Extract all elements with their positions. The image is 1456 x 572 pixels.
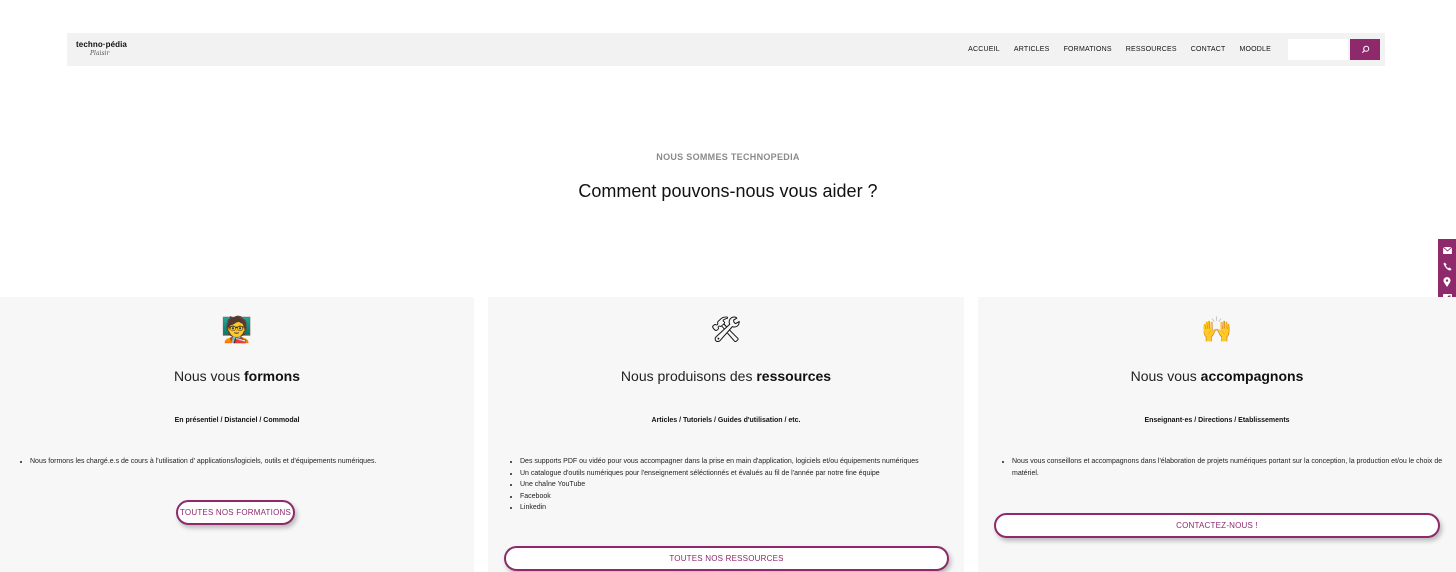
site-header: techno·pédia Plaisir ACCUEIL ARTICLES FO… xyxy=(67,33,1385,66)
card-list: Des supports PDF ou vidéo pour vous acco… xyxy=(510,456,944,514)
card-title-bold: formons xyxy=(244,368,301,384)
nav-item-contact[interactable]: CONTACT xyxy=(1191,46,1226,53)
nav-item-formations[interactable]: FORMATIONS xyxy=(1064,46,1112,53)
nav-item-ressources[interactable]: RESSOURCES xyxy=(1126,46,1177,53)
all-resources-button[interactable]: TOUTES NOS RESSOURCES xyxy=(504,546,949,571)
tools-icon: 🛠 xyxy=(710,315,742,344)
list-item[interactable]: Une chaîne YouTube xyxy=(520,479,944,491)
list-item: Nous formons les chargé.e.s de cours à l… xyxy=(30,456,454,468)
section-headline: Comment pouvons-nous vous aider ? xyxy=(578,181,878,201)
main-nav: ACCUEIL ARTICLES FORMATIONS RESSOURCES C… xyxy=(968,33,1271,66)
email-icon[interactable] xyxy=(1442,245,1452,255)
card-title: Nous produisons des ressources xyxy=(488,368,964,384)
nav-item-accueil[interactable]: ACCUEIL xyxy=(968,46,1000,53)
card-title: Nous vous formons xyxy=(0,368,474,384)
list-item: Un catalogue d'outils numériques pour l'… xyxy=(520,468,944,480)
list-item[interactable]: Facebook xyxy=(520,491,944,503)
location-icon[interactable] xyxy=(1442,277,1452,288)
service-card-accompagnement: 🙌 Nous vous accompagnons Enseignant·es /… xyxy=(978,297,1456,572)
search-input[interactable] xyxy=(1288,39,1348,60)
all-trainings-button[interactable]: TOUTES NOS FORMATIONS xyxy=(176,500,295,525)
card-list: Nous formons les chargé.e.s de cours à l… xyxy=(20,456,454,468)
card-title-prefix: Nous produisons des xyxy=(620,368,757,384)
card-list: Nous vous conseillons et accompagnons da… xyxy=(1002,456,1446,479)
logo-text: techno·pédia xyxy=(76,40,127,49)
raising-hands-icon: 🙌 xyxy=(1201,315,1233,344)
service-card-ressources: 🛠 Nous produisons des ressources Article… xyxy=(488,297,964,572)
site-logo[interactable]: techno·pédia Plaisir xyxy=(76,40,136,60)
card-subtitle: Articles / Tutoriels / Guides d'utilisat… xyxy=(651,417,801,424)
card-subtitle: Enseignant·es / Directions / Etablisseme… xyxy=(1144,417,1290,424)
search-icon xyxy=(1361,42,1370,57)
service-card-formations: 🧑‍🏫 Nous vous formons En présentiel / Di… xyxy=(0,297,474,572)
list-item: Nous vous conseillons et accompagnons da… xyxy=(1012,456,1446,479)
card-subtitle: En présentiel / Distanciel / Commodal xyxy=(174,417,300,424)
search-button[interactable] xyxy=(1350,39,1380,60)
logo-tagline: Plaisir xyxy=(90,50,110,57)
card-title-bold: ressources xyxy=(756,368,832,384)
list-item: Des supports PDF ou vidéo pour vous acco… xyxy=(520,456,944,468)
phone-icon[interactable] xyxy=(1442,261,1452,271)
section-eyebrow: NOUS SOMMES TECHNOPEDIA xyxy=(656,152,800,162)
card-title-bold: accompagnons xyxy=(1200,368,1304,384)
nav-item-moodle[interactable]: MOODLE xyxy=(1239,46,1271,53)
card-title-prefix: Nous vous xyxy=(173,368,245,384)
contact-us-button[interactable]: CONTACTEZ-NOUS ! xyxy=(994,513,1440,538)
nav-item-articles[interactable]: ARTICLES xyxy=(1014,46,1050,53)
card-title: Nous vous accompagnons xyxy=(978,368,1456,384)
list-item[interactable]: Linkedin xyxy=(520,502,944,514)
card-title-prefix: Nous vous xyxy=(1130,368,1201,384)
teacher-icon: 🧑‍🏫 xyxy=(221,315,253,344)
